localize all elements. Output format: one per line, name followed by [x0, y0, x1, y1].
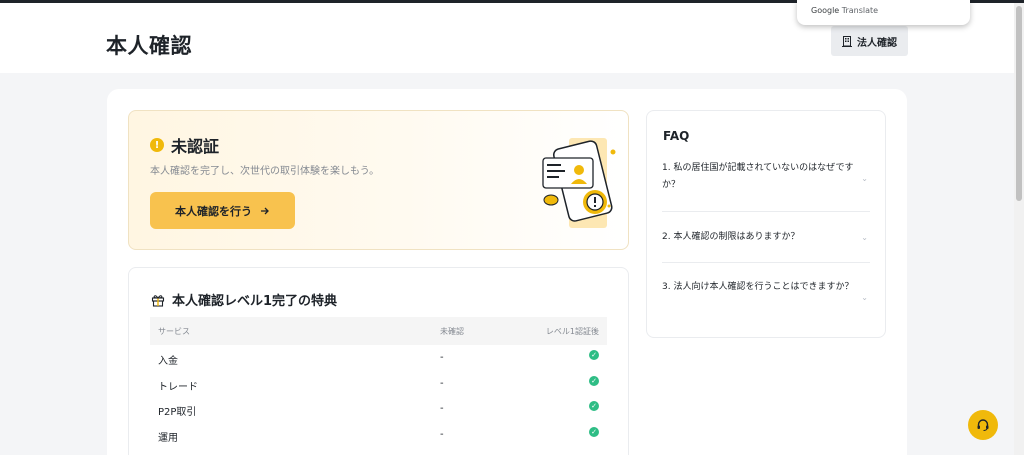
- check-icon: ✓: [589, 350, 599, 360]
- faq-item[interactable]: 3. 法人向け本人確認を行うことはできますか？ ⌄: [662, 279, 870, 302]
- arrow-right-icon: [261, 207, 269, 214]
- start-verification-button[interactable]: 本人確認を行う: [150, 192, 295, 229]
- row-unverified-value: -: [440, 403, 444, 414]
- faq-question: 3. 法人向け本人確認を行うことはできますか？: [662, 282, 854, 292]
- scrollbar-thumb[interactable]: [1016, 6, 1022, 201]
- start-verification-label: 本人確認を行う: [175, 204, 252, 218]
- corporate-verification-button[interactable]: 法人確認: [831, 26, 908, 56]
- faq-question: 1. 私の居住国が記載されていないのはなぜですか？: [662, 163, 854, 190]
- row-service: P2P取引: [158, 407, 197, 418]
- row-unverified-value: -: [440, 378, 444, 389]
- google-translate-popup[interactable]: Google Translate: [797, 0, 970, 25]
- id-verification-illustration: [542, 138, 616, 228]
- faq-question: 2. 本人確認の制限はありますか？: [662, 232, 800, 242]
- faq-title: FAQ: [663, 129, 690, 143]
- chevron-down-icon: ⌄: [861, 233, 868, 242]
- row-service: 運用: [158, 433, 178, 444]
- faq-item[interactable]: 1. 私の居住国が記載されていないのはなぜですか？ ⌄: [662, 160, 870, 194]
- gift-icon: [151, 294, 165, 307]
- corporate-verification-label: 法人確認: [857, 37, 897, 49]
- faq-divider: [662, 262, 870, 263]
- check-icon: ✓: [589, 376, 599, 386]
- chevron-down-icon: ⌄: [861, 174, 868, 183]
- benefits-title: 本人確認レベル1完了の特典: [172, 294, 338, 309]
- column-header-unverified: 未確認: [440, 327, 464, 336]
- check-icon: ✓: [589, 401, 599, 411]
- benefits-heading: 本人確認レベル1完了の特典: [151, 290, 337, 309]
- status-subtitle: 本人確認を完了し、次世代の取引体験を楽しもう。: [150, 166, 380, 177]
- faq-card: [646, 110, 886, 338]
- google-translate-brand-google: Google: [811, 6, 840, 15]
- status-heading: ! 未認証: [150, 133, 219, 157]
- column-header-service: サービス: [158, 327, 190, 336]
- faq-divider: [662, 211, 870, 212]
- headset-icon: [977, 419, 989, 432]
- building-icon: [842, 35, 852, 47]
- row-unverified-value: -: [440, 352, 444, 363]
- customer-support-button[interactable]: [968, 410, 998, 440]
- check-icon: ✓: [589, 427, 599, 437]
- column-header-level1: レベル1認証後: [545, 327, 599, 336]
- page-title: 本人確認: [106, 34, 192, 58]
- google-translate-brand-translate: Translate: [841, 6, 879, 15]
- table-row: 入金 - ✓: [150, 349, 607, 374]
- chevron-down-icon: ⌄: [861, 293, 868, 302]
- row-service: トレード: [158, 382, 198, 393]
- table-row: P2P取引 - ✓: [150, 400, 607, 425]
- row-service: 入金: [158, 356, 178, 367]
- benefits-table-header: サービス 未確認 レベル1認証後: [150, 317, 607, 345]
- row-unverified-value: -: [440, 429, 444, 440]
- table-row: 運用 - ✓: [150, 426, 607, 451]
- warning-icon: !: [150, 138, 164, 152]
- faq-item[interactable]: 2. 本人確認の制限はありますか？ ⌄: [662, 229, 870, 246]
- status-title: 未認証: [171, 137, 220, 156]
- table-row: トレード - ✓: [150, 375, 607, 400]
